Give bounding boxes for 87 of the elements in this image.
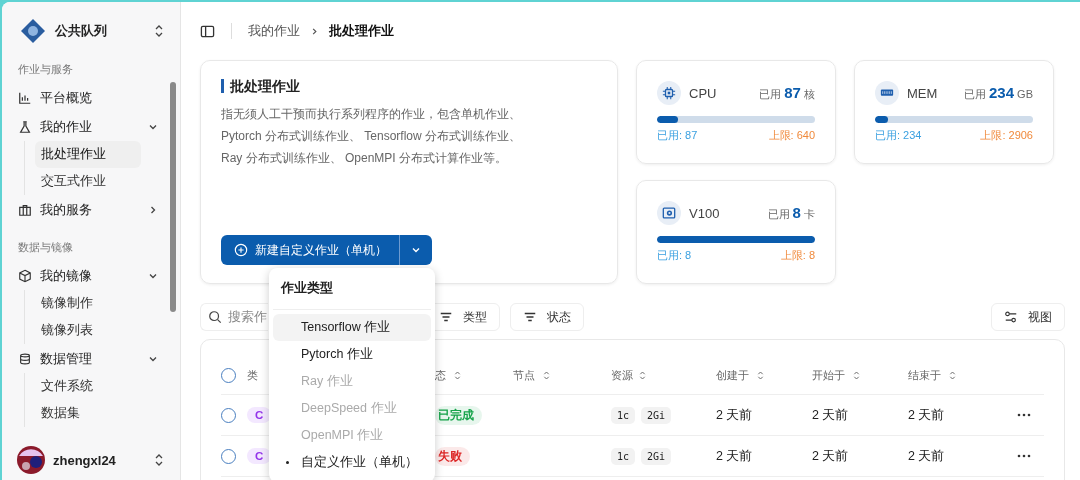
switcher-icon[interactable] bbox=[154, 453, 164, 467]
status-tag: 已完成 bbox=[435, 405, 482, 425]
section-title: 作业与服务 bbox=[18, 62, 74, 77]
gpu-card-icon bbox=[662, 206, 676, 220]
nav-item[interactable]: 平台概览 bbox=[18, 83, 158, 112]
nav-item[interactable]: 数据管理 bbox=[18, 344, 158, 373]
type-tag: C bbox=[247, 448, 272, 464]
flask-icon bbox=[18, 119, 32, 134]
usage-reading: 已用 234 GB bbox=[963, 84, 1033, 102]
sidebar-toggle-icon[interactable] bbox=[200, 23, 215, 39]
nav-subitem[interactable]: 镜像列表 bbox=[35, 317, 141, 344]
logo bbox=[19, 17, 47, 45]
column-header[interactable]: 资源 bbox=[611, 367, 633, 383]
sort-icon[interactable] bbox=[757, 369, 764, 381]
column-header[interactable]: 节点 bbox=[513, 367, 535, 383]
breadcrumb-item[interactable]: 我的作业 bbox=[248, 22, 300, 40]
more-icon[interactable] bbox=[1017, 413, 1031, 417]
resource-tag: 2Gi bbox=[641, 406, 672, 424]
search-field[interactable]: 搜索作 bbox=[200, 303, 268, 331]
table-cell: 2 天前 bbox=[716, 447, 753, 465]
table-cell: 2 天前 bbox=[716, 406, 753, 424]
more-icon[interactable] bbox=[1017, 454, 1031, 458]
sort-icon[interactable] bbox=[639, 369, 646, 381]
breadcrumb-item: 批处理作业 bbox=[329, 22, 394, 40]
table-cell: 2 天前 bbox=[812, 406, 849, 424]
menu-item[interactable]: Tensorflow 作业 bbox=[273, 314, 431, 341]
used-label: 已用: 87 bbox=[657, 128, 698, 143]
nav-subitem[interactable]: 交互式作业 bbox=[35, 168, 141, 195]
user-name: zhengxl24 bbox=[53, 452, 117, 468]
filter-icon bbox=[523, 310, 537, 324]
nav-subitem[interactable]: 文件系统 bbox=[35, 373, 141, 400]
resource-tag: 1c bbox=[611, 447, 636, 465]
card-title: 批处理作业 bbox=[221, 79, 597, 93]
caret-icon bbox=[411, 245, 421, 255]
status-tag: 失败 bbox=[435, 446, 470, 466]
briefcase-icon bbox=[18, 202, 32, 217]
nav-subitem[interactable]: 批处理作业 bbox=[35, 141, 141, 168]
resource-name: CPU bbox=[689, 85, 718, 101]
sort-icon[interactable] bbox=[543, 369, 550, 381]
plus-icon bbox=[234, 243, 248, 257]
table-cell: 2 天前 bbox=[908, 447, 945, 465]
nav-item[interactable]: 我的镜像 bbox=[18, 261, 158, 290]
sort-icon[interactable] bbox=[454, 369, 461, 381]
limit-label: 上限: 2906 bbox=[980, 128, 1033, 143]
nav-subitem[interactable]: 镜像制作 bbox=[35, 290, 141, 317]
resource-tag: 1c bbox=[611, 406, 636, 424]
used-label: 已用: 8 bbox=[657, 248, 692, 263]
used-label: 已用: 234 bbox=[875, 128, 922, 143]
type-tag: C bbox=[247, 407, 272, 423]
switcher-icon[interactable] bbox=[154, 24, 164, 38]
table-cell: 2 天前 bbox=[812, 447, 849, 465]
limit-label: 上限: 640 bbox=[768, 128, 815, 143]
new-job-button[interactable]: 新建自定义作业（单机） bbox=[221, 235, 400, 265]
menu-heading: 作业类型 bbox=[273, 274, 431, 310]
table-cell: 2 天前 bbox=[908, 406, 945, 424]
filter-button[interactable]: 状态 bbox=[510, 303, 584, 331]
sort-icon[interactable] bbox=[949, 369, 956, 381]
chip-icon bbox=[662, 86, 676, 100]
menu-item[interactable]: Pytorch 作业 bbox=[273, 341, 431, 368]
column-header[interactable]: 结束于 bbox=[908, 367, 941, 383]
sort-icon[interactable] bbox=[853, 369, 860, 381]
view-button[interactable]: 视图 bbox=[991, 303, 1065, 331]
chevron-icon bbox=[310, 26, 319, 36]
avatar bbox=[17, 446, 45, 474]
database-icon bbox=[18, 351, 32, 366]
sliders-icon bbox=[1004, 310, 1018, 324]
menu-item[interactable]: 自定义作业（单机） bbox=[273, 449, 431, 476]
limit-label: 上限: 8 bbox=[780, 248, 815, 263]
description: 指无须人工干预而执行系列程序的作业，包含单机作业、 Pytorch 分布式训练作业、 Tensorflow 分布式训练作业、 Ray 分布式训练作业、 OpenMPI 分布式计算作业等。 bbox=[221, 106, 523, 167]
nav-item[interactable]: 我的作业 bbox=[18, 112, 158, 141]
resource-name: MEM bbox=[907, 85, 939, 101]
column-header[interactable]: 开始于 bbox=[812, 367, 845, 383]
nav-subitem[interactable]: 数据集 bbox=[35, 400, 141, 427]
column-header[interactable]: 类 bbox=[247, 367, 258, 383]
section-title: 数据与镜像 bbox=[18, 240, 74, 255]
usage-reading: 已用 87 核 bbox=[759, 84, 815, 102]
cube-icon bbox=[18, 268, 32, 283]
column-header[interactable]: 态 bbox=[435, 367, 446, 383]
dropdown-button[interactable] bbox=[400, 235, 432, 265]
resource-name: V100 bbox=[689, 205, 721, 221]
resource-tag: 2Gi bbox=[641, 447, 672, 465]
workspace-name: 公共队列 bbox=[55, 22, 108, 40]
chart-icon bbox=[18, 90, 32, 105]
column-header[interactable]: 创建于 bbox=[716, 367, 749, 383]
filter-icon bbox=[439, 310, 453, 324]
nav-item[interactable]: 我的服务 bbox=[18, 195, 158, 224]
usage-reading: 已用 8 卡 bbox=[767, 204, 815, 222]
